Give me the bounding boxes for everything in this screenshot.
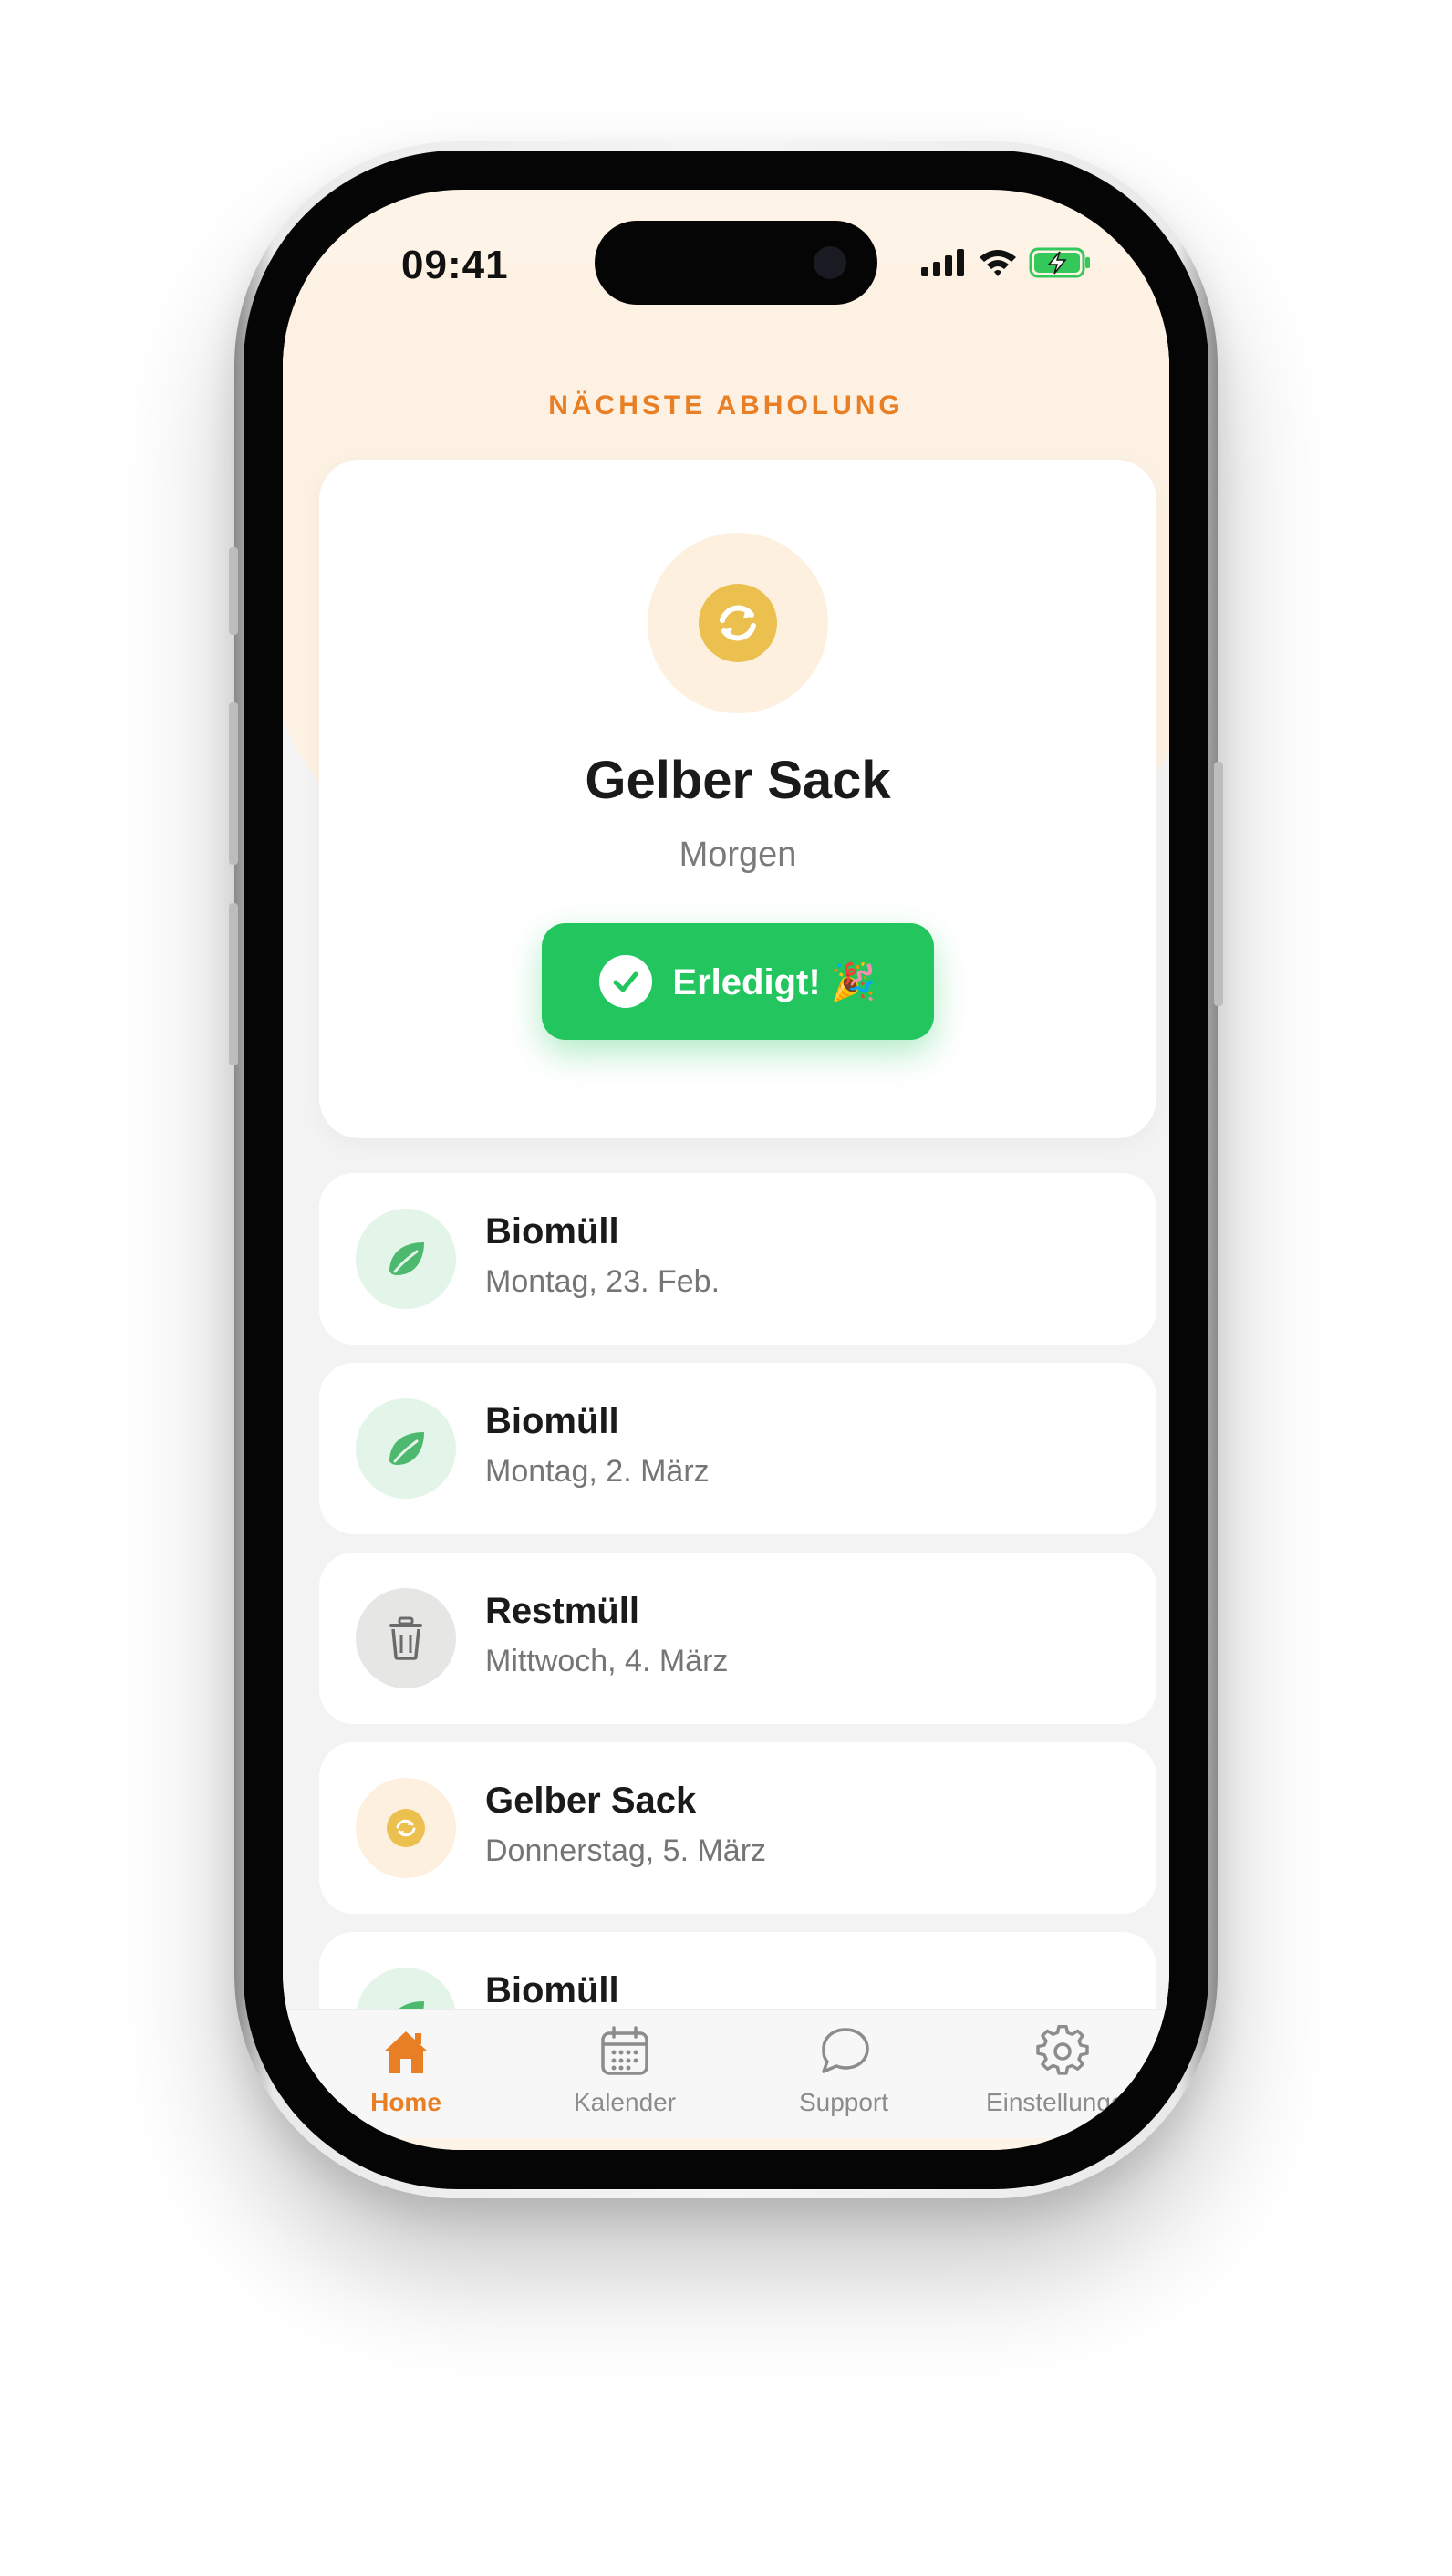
item-date: Mittwoch, 4. März: [485, 1644, 729, 1678]
dynamic-island: [595, 221, 877, 305]
chat-bubble-icon: [822, 2028, 869, 2073]
tab-label: Einstellungen: [985, 2088, 1140, 2116]
status-icons: [921, 246, 1093, 279]
volume-up-button: [229, 702, 238, 865]
list-item[interactable]: Restmüll Mittwoch, 4. März: [319, 1553, 1156, 1724]
leaf-icon: [356, 1398, 456, 1499]
power-button: [1214, 762, 1223, 1006]
action-button: [229, 547, 238, 635]
tab-home[interactable]: Home: [296, 2024, 515, 2134]
tab-label: Kalender: [573, 2088, 677, 2116]
phone-frame: 09:41 NÄCHSTE ABHOLUNG Gelber Sack Morge…: [229, 141, 1223, 2198]
calendar-icon: [601, 2026, 648, 2075]
item-title: Biomüll: [485, 1211, 619, 1252]
home-indicator-area: [283, 2138, 1169, 2150]
wifi-icon: [980, 250, 1016, 276]
item-title: Restmüll: [485, 1591, 639, 1631]
status-time: 09:41: [401, 243, 509, 287]
tab-label: Support: [798, 2088, 889, 2116]
tab-bar: Home Kalender Support Einstellungen: [283, 2009, 1169, 2139]
next-pickup-icon-circle: [648, 533, 828, 713]
battery-charging-icon: [1029, 247, 1090, 278]
home-icon: [384, 2031, 428, 2073]
leaf-icon: [356, 1209, 456, 1309]
status-bar: 09:41: [283, 190, 1169, 331]
item-title: Biomüll: [485, 1401, 619, 1441]
tab-support[interactable]: Support: [734, 2024, 953, 2134]
item-date: Donnerstag, 5. März: [485, 1833, 767, 1868]
tab-calendar[interactable]: Kalender: [515, 2024, 734, 2134]
tab-label: Home: [370, 2088, 441, 2116]
camera-icon: [814, 246, 846, 279]
volume-down-button: [229, 903, 238, 1065]
tab-settings[interactable]: Einstellungen: [953, 2024, 1169, 2134]
item-date: Montag, 2. März: [485, 1454, 710, 1489]
screen: 09:41 NÄCHSTE ABHOLUNG Gelber Sack Morge…: [283, 190, 1169, 2150]
item-title: Gelber Sack: [485, 1781, 697, 1821]
done-button-label: Erledigt! 🎉: [672, 961, 876, 1002]
list-item[interactable]: Biomüll Montag, 2. März: [319, 1363, 1156, 1534]
item-date: Montag, 23. Feb.: [485, 1264, 721, 1299]
next-pickup-when: Morgen: [679, 836, 797, 874]
next-pickup-card: Gelber Sack Morgen Erledigt! 🎉: [319, 460, 1156, 1138]
phone-bezel: 09:41 NÄCHSTE ABHOLUNG Gelber Sack Morge…: [244, 151, 1208, 2189]
list-item[interactable]: Gelber Sack Donnerstag, 5. März: [319, 1742, 1156, 1914]
next-pickup-label: NÄCHSTE ABHOLUNG: [548, 390, 904, 421]
gear-icon: [1036, 2025, 1089, 2075]
checkmark-icon: [599, 955, 653, 1008]
signal-icon: [921, 249, 964, 276]
done-button[interactable]: Erledigt! 🎉: [542, 923, 934, 1040]
list-item[interactable]: Biomüll Montag, 23. Feb.: [319, 1173, 1156, 1345]
item-title: Biomüll: [485, 1970, 619, 2010]
next-pickup-title: Gelber Sack: [585, 751, 891, 810]
recycle-icon: [699, 584, 777, 662]
trash-icon: [356, 1588, 456, 1688]
recycle-icon: [356, 1778, 456, 1878]
